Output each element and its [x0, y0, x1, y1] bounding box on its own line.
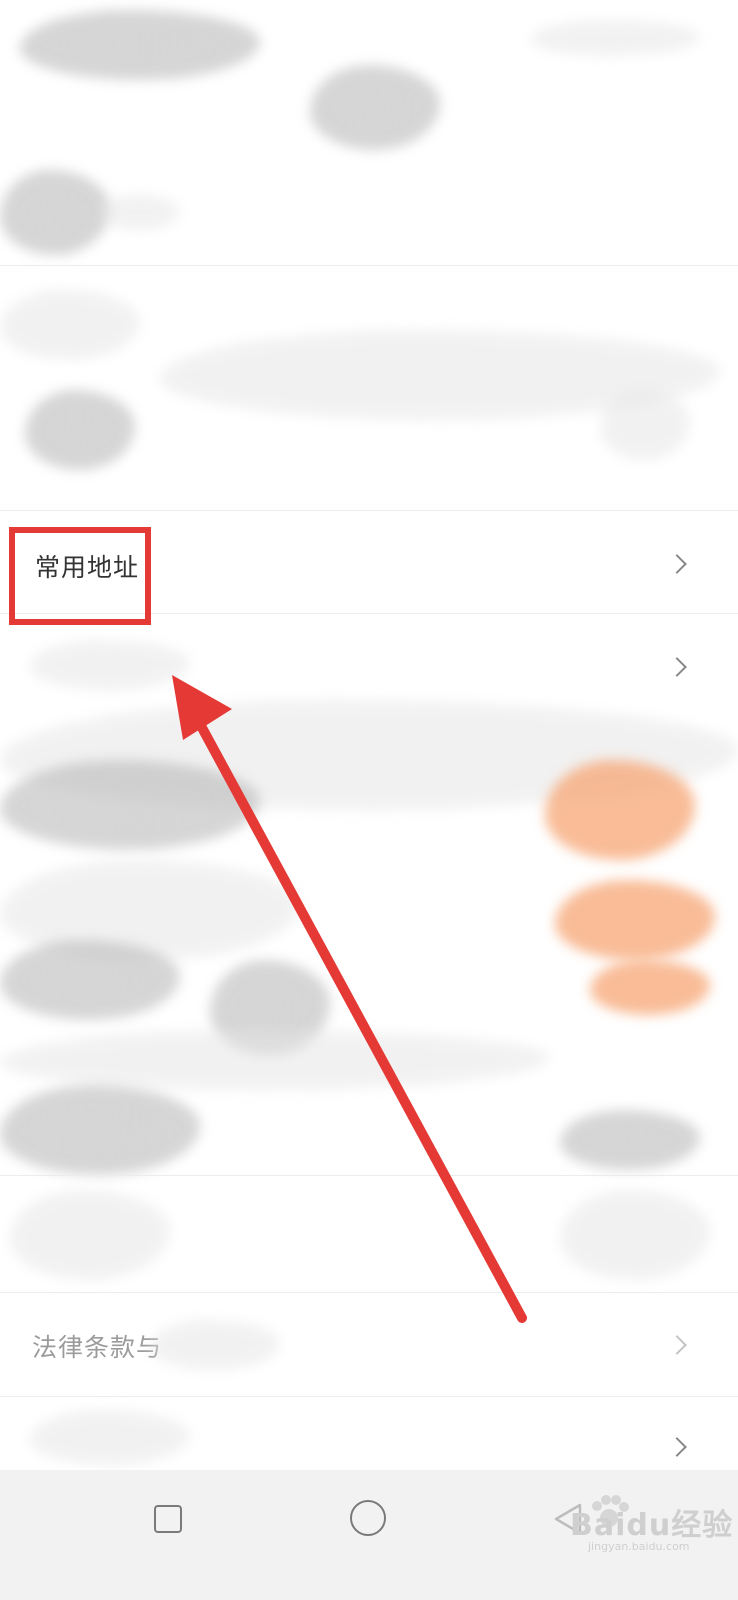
recents-icon[interactable] — [154, 1505, 182, 1533]
watermark-text: Baidu经验 — [570, 1508, 734, 1543]
settings-screen: 常用地址 法律条款与 Baidu经验 jingyan.baidu.com — [0, 0, 738, 1600]
home-icon[interactable] — [350, 1500, 386, 1536]
watermark-url: jingyan.baidu.com — [588, 1540, 690, 1553]
annotation-arrow — [172, 675, 527, 1323]
